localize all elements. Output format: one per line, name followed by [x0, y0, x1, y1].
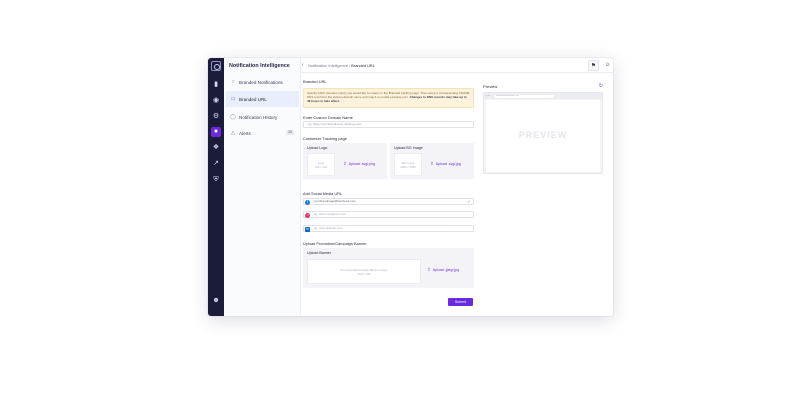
upload-icon: ⇪ [343, 161, 347, 166]
upload-logo-label: Upload .svg/.png [348, 162, 376, 166]
location-pin-icon[interactable]: ◉ [211, 96, 221, 106]
logo-icon[interactable] [211, 61, 221, 71]
sidebar-nav: Notification Intelligence ○ Branded Noti… [224, 58, 301, 316]
bar-chart-icon[interactable]: ▮ [211, 80, 221, 90]
tracking-label: Customize Tracking page [303, 136, 347, 141]
instagram-icon: ○ [305, 212, 310, 218]
facebook-url-value: yourbrandpage@facebook.com [314, 199, 356, 203]
preview-placeholder: PREVIEW [518, 130, 568, 140]
preview-url: www.yourbrandname.com [494, 94, 554, 98]
alerts-count-badge: 10 [286, 130, 294, 135]
upload-bg-card: Upload BG Image BG Image 1920 x 1080 ⇪ U… [390, 143, 474, 179]
refresh-icon[interactable]: ↻ [599, 83, 603, 89]
banner-thumbnail: Promotional/Campaign Banner Image 1000 x… [307, 259, 421, 284]
sidebar-item-branded-notifications[interactable]: ○ Branded Notifications [226, 74, 299, 90]
user-icon[interactable]: ☺ [602, 60, 613, 71]
upload-icon: ⇪ [427, 267, 431, 272]
upload-logo-card: Upload Logo Logo 100 x 100 ⇪ Upload .svg… [303, 143, 387, 179]
instagram-url-placeholder: eg. www.instagram.com [314, 212, 346, 216]
upload-banner-card: Upload Banner Promotional/Campaign Banne… [303, 248, 474, 288]
facebook-url-input[interactable]: f yourbrandpage@facebook.com ✓ [303, 198, 474, 205]
app-title: Notification Intelligence [229, 63, 290, 69]
sidebar-item-label: Branded Notifications [239, 79, 283, 85]
sidebar-item-label: Notification History [239, 114, 278, 120]
breadcrumb-parent[interactable]: Notification Intelligence [308, 63, 348, 68]
branded-url-form: Branded URL Specify which domains (sites… [300, 73, 478, 313]
dns-warning-banner: Specify which domains (sites) you would … [303, 88, 474, 108]
social-label: Add Social Media URL [303, 191, 343, 196]
notification-icon[interactable]: ● [211, 127, 221, 137]
upload-banner-label: Upload .jpeg/.jpg [432, 268, 460, 272]
upload-bg-title: Upload BG Image [394, 146, 423, 150]
bg-thumbnail: BG Image 1920 x 1080 [394, 153, 422, 176]
banner-thumb-size: 1000 x 200 [357, 272, 371, 276]
history-icon: ◯ [230, 114, 236, 120]
window-dots-icon: ●●● [486, 95, 491, 97]
facebook-icon: f [305, 199, 310, 205]
sidebar-item-notification-history[interactable]: ◯ Notification History [226, 109, 299, 125]
announcement-icon[interactable]: ⚑ [588, 60, 599, 71]
preview-browser-bar: ●●● www.yourbrandname.com [484, 93, 602, 99]
upload-bg-label: Upload .svg/.jpg [435, 162, 461, 166]
instagram-url-input[interactable]: ○ eg. www.instagram.com [303, 211, 474, 218]
breadcrumb-current: Branded URL [351, 63, 375, 68]
domain-label: Enter Custom Domain Name [303, 115, 353, 120]
bg-thumb-size: 1920 x 1080 [400, 165, 416, 169]
sidebar-item-branded-url[interactable]: ▭ Branded URL [226, 91, 299, 107]
submit-button[interactable]: Submit [448, 298, 473, 306]
alert-icon: △ [231, 130, 235, 136]
domain-input[interactable]: eg. https://yourbrandname.tracking.com/ [303, 121, 474, 128]
shield-icon[interactable]: ⛨ [211, 175, 221, 185]
preview-body: PREVIEW [486, 100, 600, 172]
back-chevron-icon[interactable]: ‹ [302, 62, 304, 68]
monitor-icon: ▭ [230, 96, 236, 102]
preview-frame: ●●● www.yourbrandname.com PREVIEW [483, 92, 603, 174]
preview-panel: Preview ↻ ●●● www.yourbrandname.com PREV… [481, 82, 604, 176]
check-icon: ✓ [467, 199, 471, 204]
icon-rail: ▮ ◉ ⚙ ● ❖ ↗ ⛨ ☻ [208, 58, 224, 316]
sidebar-item-label: Alerts [239, 130, 251, 136]
upload-logo-link[interactable]: ⇪ Upload .svg/.png [343, 161, 375, 167]
preview-title: Preview [483, 84, 498, 89]
puzzle-icon[interactable]: ❖ [211, 143, 221, 153]
breadcrumb: Notification Intelligence / Branded URL [308, 63, 375, 68]
upload-banner-link[interactable]: ⇪ Upload .jpeg/.jpg [427, 267, 459, 273]
notification-icon: ○ [231, 79, 235, 85]
banner-label: Upload Promotion/Campaign Banner [303, 241, 367, 246]
upload-banner-title: Upload Banner [307, 251, 331, 255]
users-icon[interactable]: ☻ [211, 296, 221, 306]
sidebar-item-label: Branded URL [239, 96, 267, 102]
linkedin-icon: in [305, 226, 310, 232]
logo-thumbnail: Logo 100 x 100 [307, 153, 335, 176]
logo-thumb-size: 100 x 100 [314, 165, 328, 169]
upload-logo-title: Upload Logo [307, 146, 328, 150]
upload-icon: ⇪ [430, 161, 434, 166]
linkedin-url-placeholder: eg. www.linkedin.com [314, 226, 343, 230]
section-title: Branded URL [303, 79, 327, 84]
upload-bg-link[interactable]: ⇪ Upload .svg/.jpg [430, 161, 461, 167]
gear-icon[interactable]: ⚙ [211, 112, 221, 122]
sidebar-item-alerts[interactable]: △ Alerts 10 [226, 125, 299, 141]
trend-icon[interactable]: ↗ [211, 159, 221, 169]
top-bar: ‹ Notification Intelligence / Branded UR… [301, 58, 613, 73]
linkedin-url-input[interactable]: in eg. www.linkedin.com [303, 225, 474, 232]
